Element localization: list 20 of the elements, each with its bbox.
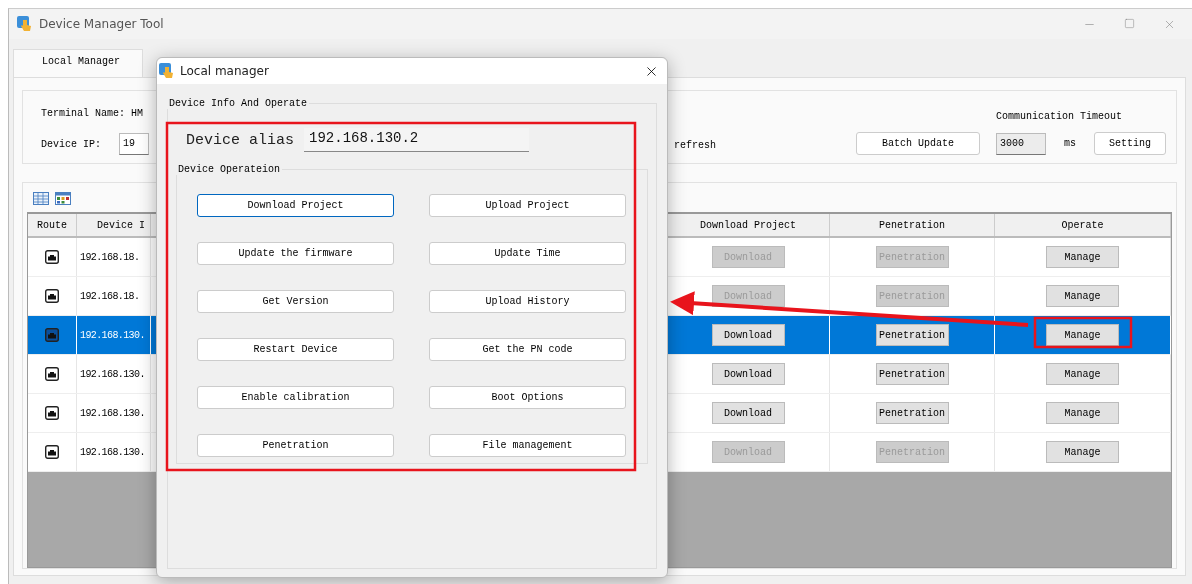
group-title: Device Info And Operate xyxy=(167,98,310,109)
ip-cell: 192.168.18. xyxy=(80,290,140,302)
timeout-label: Communication Timeout xyxy=(996,111,1123,122)
device-ip-label: Device IP: xyxy=(41,138,101,150)
window-title: Device Manager Tool xyxy=(39,17,164,31)
ip-cell: 192.168.130. xyxy=(80,368,145,380)
alias-label: Device alias xyxy=(186,131,295,149)
ip-cell: 192.168.130. xyxy=(80,407,145,419)
column-header: Penetration xyxy=(830,214,995,236)
dialog-title: Local manager xyxy=(180,64,269,78)
terminal-name-label: Terminal Name: HM xyxy=(41,108,145,119)
refresh-label: refresh xyxy=(673,140,716,151)
unit-label: ms xyxy=(1064,138,1076,149)
column-header: Operate xyxy=(995,214,1171,236)
ip-cell: 192.168.130. xyxy=(80,446,145,458)
ip-cell: 192.168.18. xyxy=(80,251,140,263)
ip-cell: 192.168.130. xyxy=(80,329,145,341)
group-title: Device Operateion xyxy=(176,164,283,175)
column-header: Route xyxy=(28,214,77,236)
column-header: Device I xyxy=(77,214,151,236)
